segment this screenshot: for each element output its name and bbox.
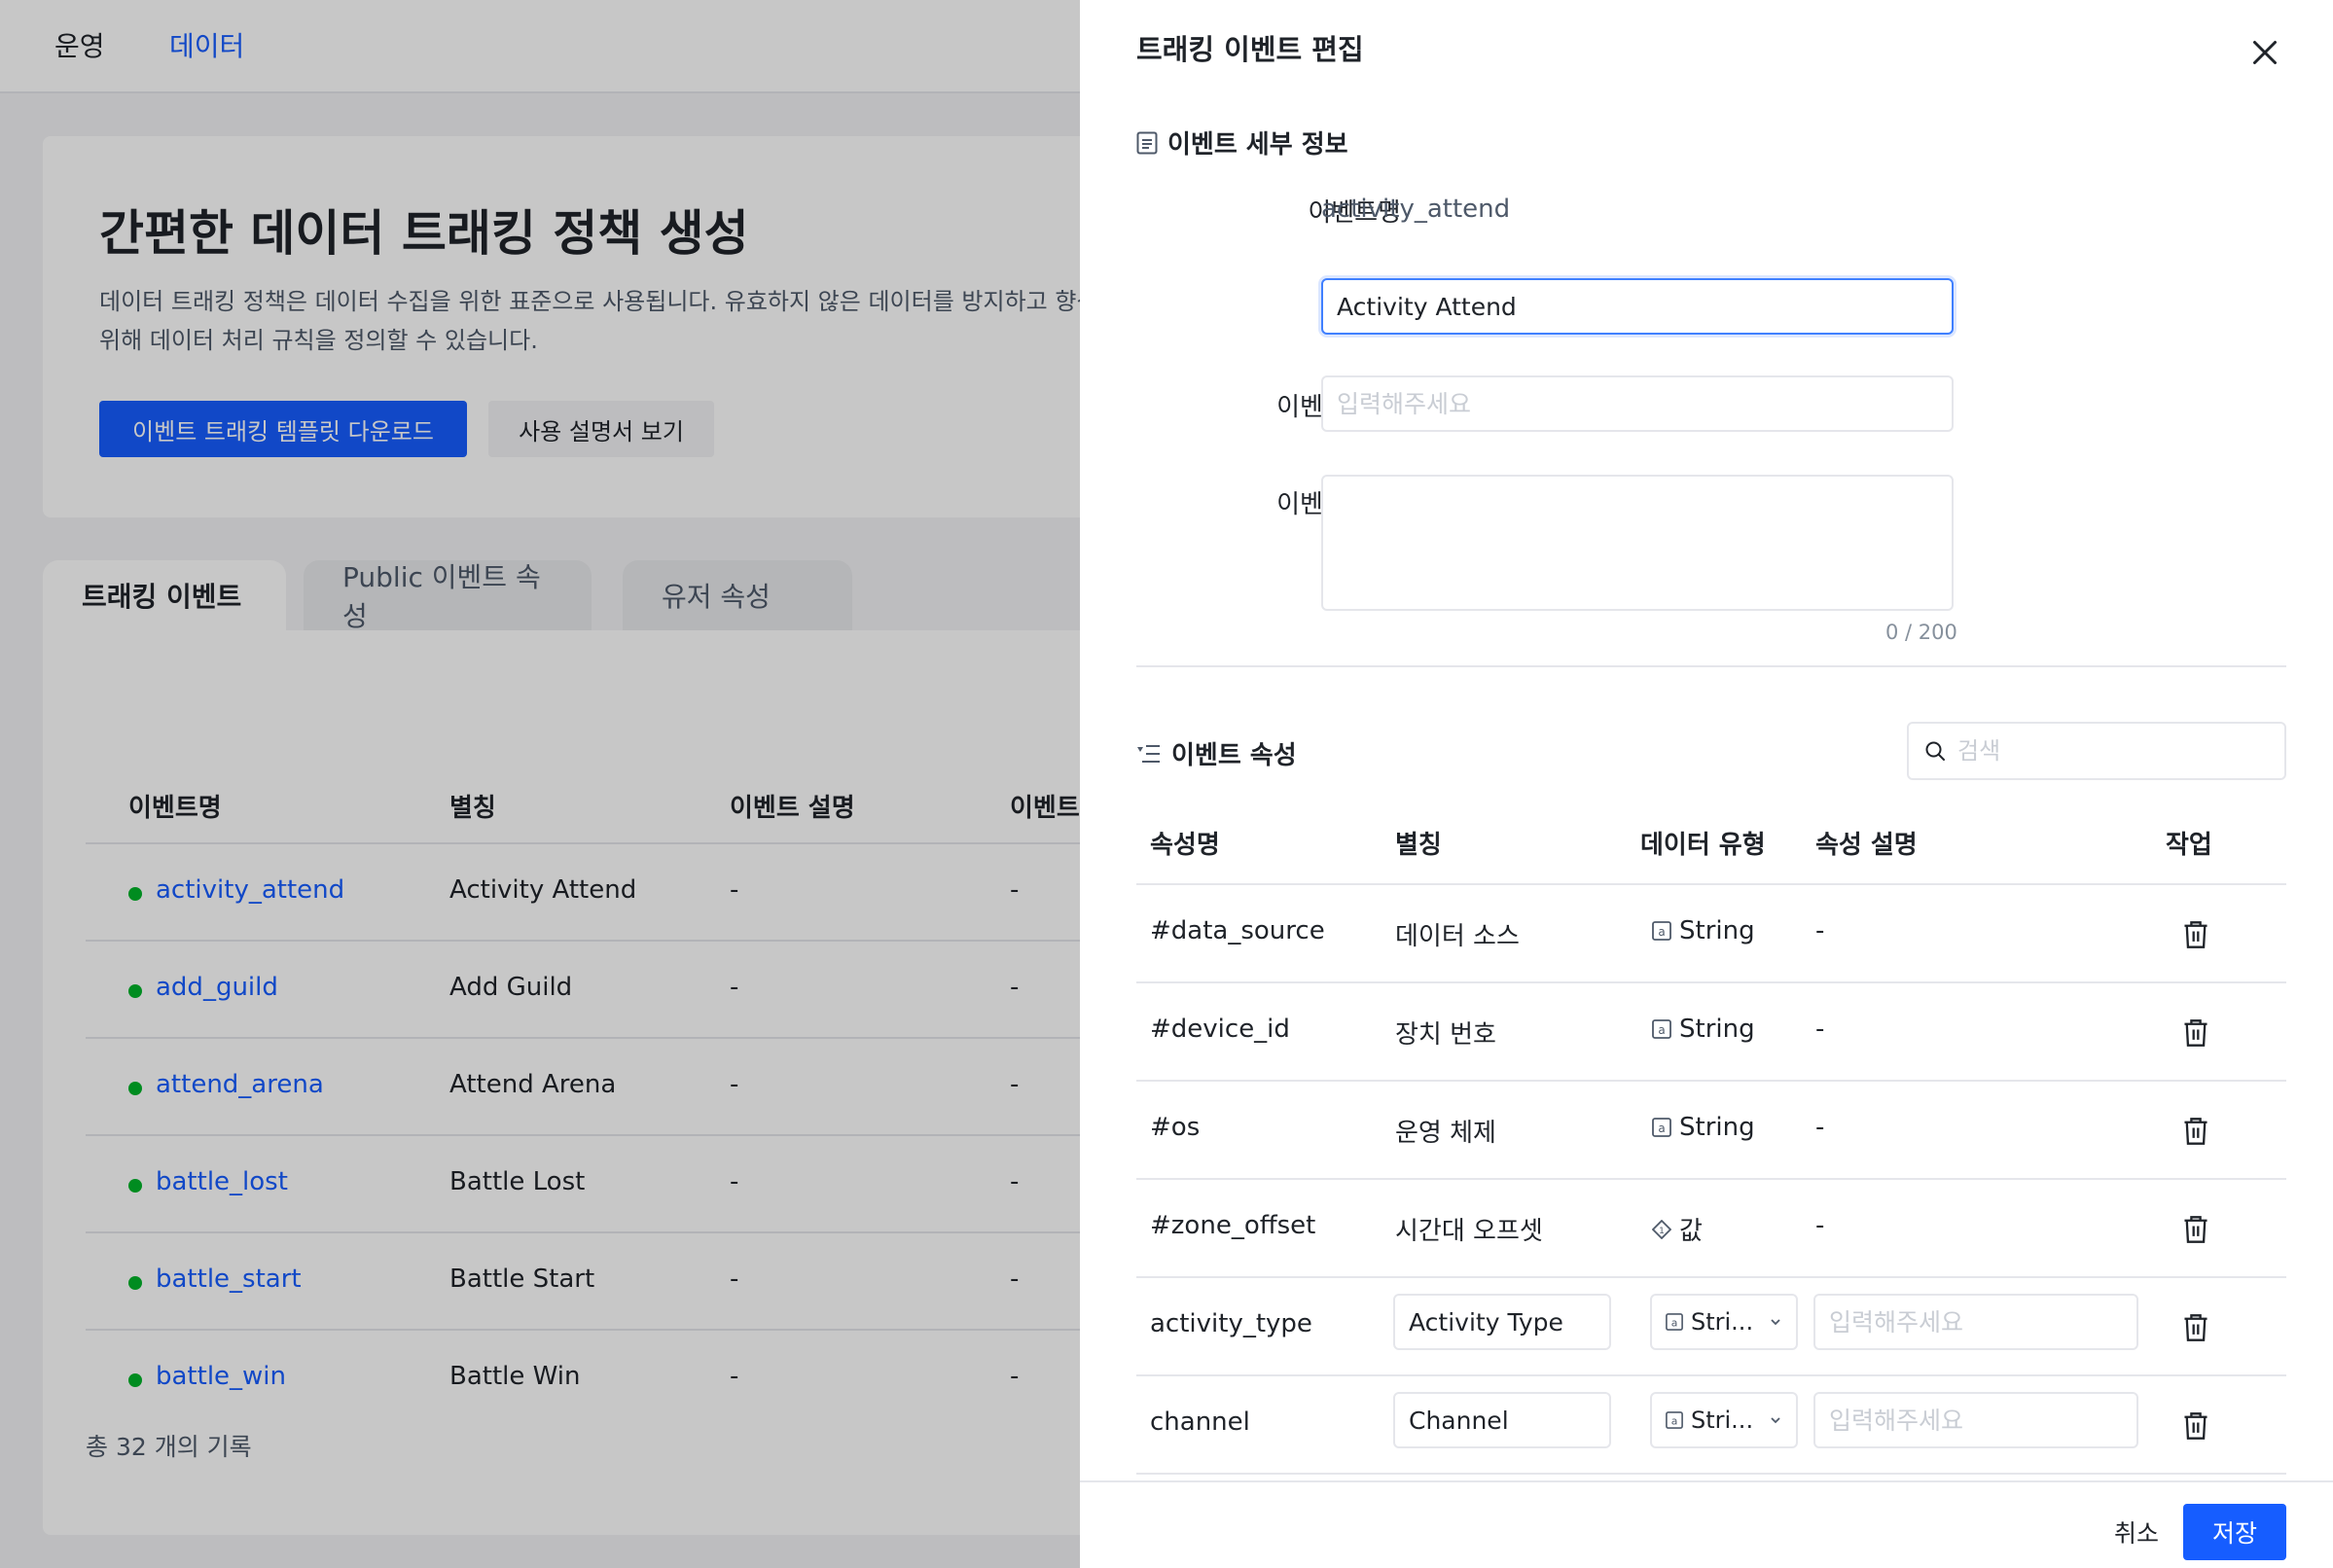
- attribute-alias: 시간대 오프셋: [1395, 1217, 1543, 1246]
- trash-icon[interactable]: [2182, 1018, 2209, 1048]
- attribute-row: channel a Stri...: [1136, 1376, 2286, 1475]
- close-icon[interactable]: [2247, 35, 2282, 70]
- attribute-desc: -: [1815, 1113, 1825, 1142]
- attribute-type: a String: [1652, 1015, 1755, 1044]
- attribute-name: channel: [1150, 1408, 1250, 1437]
- modal-overlay[interactable]: [0, 0, 1080, 1568]
- attribute-search[interactable]: [1907, 722, 2286, 780]
- event-attributes-section-title: 이벤트 속성: [1136, 735, 1297, 771]
- svg-text:a: a: [1658, 925, 1665, 939]
- string-type-icon: a: [1666, 1313, 1683, 1331]
- trash-icon[interactable]: [2182, 920, 2209, 949]
- attribute-name: #zone_offset: [1150, 1211, 1316, 1240]
- attribute-desc: -: [1815, 1211, 1825, 1240]
- drawer-title: 트래킹 이벤트 편집: [1136, 33, 1364, 66]
- column-header: 속성 설명: [1815, 831, 1918, 860]
- alias-input[interactable]: [1321, 278, 1954, 335]
- attribute-name: #data_source: [1150, 916, 1325, 945]
- attribute-type: a String: [1652, 916, 1755, 945]
- svg-text:a: a: [1658, 1122, 1665, 1135]
- attribute-type: a String: [1652, 1113, 1755, 1142]
- attribute-alias-input[interactable]: [1393, 1392, 1611, 1448]
- section-label: 이벤트 속성: [1171, 741, 1297, 770]
- list-filter-icon: [1137, 744, 1160, 763]
- svg-text:a: a: [1671, 1415, 1678, 1428]
- trash-icon[interactable]: [2182, 1313, 2209, 1342]
- svg-text:a: a: [1671, 1317, 1678, 1330]
- chevron-down-icon: [1771, 1417, 1780, 1424]
- char-counter: 0 / 200: [1885, 621, 1957, 644]
- svg-text:1: 1: [1659, 1227, 1665, 1236]
- edit-event-drawer: 트래킹 이벤트 편집 이벤트 세부 정보 이벤트명 activity_atten…: [1080, 0, 2333, 1568]
- attribute-alias-input[interactable]: [1393, 1294, 1611, 1350]
- trash-icon[interactable]: [2182, 1117, 2209, 1146]
- select-value: Stri...: [1691, 1308, 1754, 1336]
- attribute-name: #os: [1150, 1113, 1201, 1142]
- type-label: String: [1679, 1113, 1755, 1142]
- attribute-desc-input[interactable]: [1813, 1392, 2138, 1448]
- attribute-name: activity_type: [1150, 1309, 1312, 1338]
- save-button[interactable]: 저장: [2183, 1504, 2286, 1560]
- number-type-icon: 1: [1652, 1219, 1671, 1239]
- chevron-down-icon: [1771, 1319, 1780, 1326]
- svg-text:a: a: [1658, 1023, 1665, 1037]
- attributes-table-header: 속성명 별칭 데이터 유형 속성 설명 작업: [1136, 807, 2286, 885]
- column-header: 별칭: [1395, 831, 1442, 860]
- divider: [1136, 665, 2286, 667]
- data-type-select[interactable]: a Stri...: [1650, 1392, 1798, 1448]
- search-icon: [1925, 741, 1945, 761]
- event-details-section-title: 이벤트 세부 정보: [1136, 125, 1348, 160]
- attribute-alias: 데이터 소스: [1395, 922, 1520, 951]
- event-name-value: activity_attend: [1321, 195, 1511, 224]
- attribute-name: #device_id: [1150, 1015, 1290, 1044]
- string-type-icon: a: [1652, 1019, 1671, 1039]
- column-header: 속성명: [1150, 831, 1220, 860]
- type-label: 값: [1679, 1217, 1703, 1246]
- event-tag-input[interactable]: [1321, 375, 1954, 432]
- section-label: 이벤트 세부 정보: [1167, 130, 1348, 160]
- attribute-row: #device_id 장치 번호 a String -: [1136, 983, 2286, 1082]
- attribute-row: activity_type a Stri...: [1136, 1278, 2286, 1376]
- attribute-row: #os 운영 체제 a String -: [1136, 1082, 2286, 1180]
- document-icon: [1136, 131, 1158, 154]
- drawer-footer: 취소 저장: [1080, 1480, 2333, 1568]
- attribute-row: #zone_offset 시간대 오프셋 1 값 -: [1136, 1180, 2286, 1278]
- attribute-desc: -: [1815, 1015, 1825, 1044]
- type-label: String: [1679, 916, 1755, 945]
- type-label: String: [1679, 1015, 1755, 1044]
- search-input[interactable]: [1957, 737, 2269, 765]
- string-type-icon: a: [1666, 1411, 1683, 1429]
- attribute-type: 1 값: [1652, 1211, 1703, 1247]
- attribute-desc-input[interactable]: [1813, 1294, 2138, 1350]
- string-type-icon: a: [1652, 1118, 1671, 1137]
- attribute-row: #data_source 데이터 소스 a String -: [1136, 885, 2286, 983]
- string-type-icon: a: [1652, 921, 1671, 941]
- attribute-alias: 장치 번호: [1395, 1020, 1496, 1050]
- event-desc-textarea[interactable]: [1321, 475, 1954, 611]
- trash-icon[interactable]: [2182, 1215, 2209, 1244]
- cancel-button[interactable]: 취소: [2088, 1504, 2185, 1560]
- trash-icon[interactable]: [2182, 1411, 2209, 1441]
- attribute-desc: -: [1815, 916, 1825, 945]
- column-header: 데이터 유형: [1640, 831, 1766, 860]
- column-header: 작업: [2166, 831, 2212, 860]
- select-value: Stri...: [1691, 1407, 1754, 1434]
- attribute-alias: 운영 체제: [1395, 1119, 1496, 1148]
- data-type-select[interactable]: a Stri...: [1650, 1294, 1798, 1350]
